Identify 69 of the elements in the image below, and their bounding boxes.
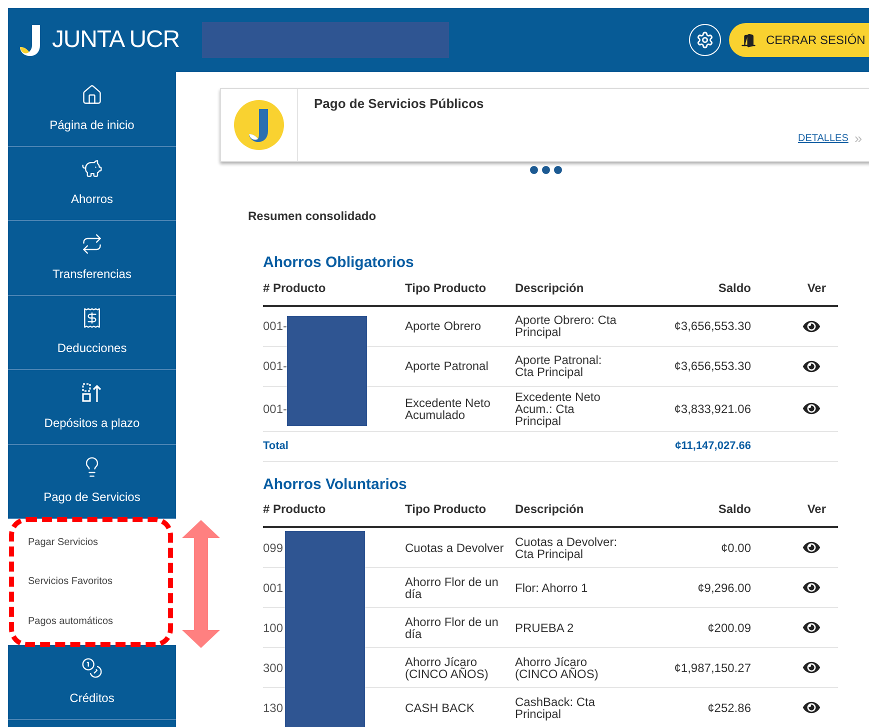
settings-icon (696, 31, 714, 49)
table-cell-text: Ahorro Flor de un día (405, 576, 500, 600)
column-header: Ver (807, 501, 827, 518)
table-cell-text: Aporte Patronal (405, 360, 490, 372)
brand-name: JUNTA UCR (52, 25, 180, 55)
home-icon (81, 84, 103, 106)
table-cell: ¢9,296.00 (698, 582, 751, 594)
table-cell-text: 001- (263, 402, 288, 414)
column-header: Descripción (515, 280, 585, 296)
table-cell-text: Ahorro Jícaro (CINCO AÑOS) (515, 656, 600, 680)
submenu-item[interactable]: Servicios Favoritos (28, 574, 176, 590)
column-header: Saldo (718, 501, 751, 518)
table-cell-text: Aporte Obrero (405, 320, 482, 332)
column-header: Ver (807, 280, 827, 296)
table-cell-text: 001 (263, 582, 284, 594)
table-cell-text: Cuotas a Devolver: Cta Principal (515, 536, 618, 560)
table-cell-text: CashBack: Cta Principal (515, 696, 596, 720)
details-link[interactable]: DETALLES (798, 130, 848, 146)
section-title: Ahorros Obligatorios (263, 253, 415, 273)
table-cell-text: 100 (263, 622, 284, 634)
table-cell-text: 300 (263, 662, 284, 674)
table-cell: ¢252.86 (708, 702, 751, 714)
column-header: Descripción (515, 501, 585, 518)
table-cell: ¢0.00 (720, 542, 751, 554)
double-arrow-icon (182, 520, 220, 648)
column-header: # Producto (263, 280, 327, 296)
table-cell-text: Flor: Ahorro 1 (515, 582, 589, 594)
eye-icon (803, 400, 820, 417)
column-header: Tipo Producto (405, 280, 488, 296)
table-cell-text: Aporte Patronal: Cta Principal (515, 354, 603, 378)
section-title: Ahorros Voluntarios (263, 474, 408, 494)
table-cell-text: Ahorro Jícaro (CINCO AÑOS) (405, 656, 490, 680)
table-cell-text: 130 (263, 702, 284, 714)
table-cell-text: 001- (263, 320, 288, 332)
eye-icon (803, 619, 820, 636)
table-cell-text: Aporte Obrero: Cta Principal (515, 314, 618, 338)
table-cell-text: Ahorro Flor de un día (405, 616, 500, 640)
banner-title: Pago de Servicios Públicos (314, 95, 485, 113)
table-cell: ¢3,656,553.30 (674, 360, 751, 372)
column-header: Saldo (718, 280, 751, 296)
submenu-item[interactable]: Pagar Servicios (28, 535, 176, 550)
total-label: Total (263, 438, 290, 454)
table-cell-text: 001- (263, 360, 288, 372)
column-header: # Producto (263, 501, 327, 518)
logo-icon (234, 100, 284, 150)
boxes-arrow-icon (81, 382, 103, 404)
table-cell: ¢3,656,553.30 (674, 320, 751, 332)
submenu-item[interactable]: Pagos automáticos (28, 614, 176, 629)
table-cell-text: Excedente Neto Acumulado (405, 396, 492, 420)
exchange-icon (81, 232, 103, 255)
table-cell-text: 099 (263, 542, 284, 554)
receipt-icon (81, 307, 103, 330)
eye-icon (803, 539, 820, 556)
table-cell-text: Cuotas a Devolver (405, 542, 505, 554)
table-cell: ¢3,833,921.06 (674, 402, 751, 414)
column-header: Tipo Producto (405, 501, 488, 518)
table-cell-text: Excedente Neto Acum.: Cta Principal (515, 390, 602, 426)
eye-icon (803, 699, 820, 716)
table-cell: ¢1,987,150.27 (674, 662, 751, 674)
chevron-text: » (854, 128, 862, 148)
eye-icon (803, 579, 820, 596)
logout-button[interactable]: CERRAR SESIÓN (729, 23, 869, 57)
settings-button[interactable] (689, 24, 721, 56)
total-value: ¢11,147,027.66 (675, 438, 751, 454)
eye-icon (803, 659, 820, 676)
table-cell-text: PRUEBA 2 (515, 622, 575, 634)
table-cell: ¢200.09 (708, 622, 751, 634)
table-cell-text: CASH BACK (405, 702, 476, 714)
summary-title: Resumen consolidado (248, 209, 376, 223)
